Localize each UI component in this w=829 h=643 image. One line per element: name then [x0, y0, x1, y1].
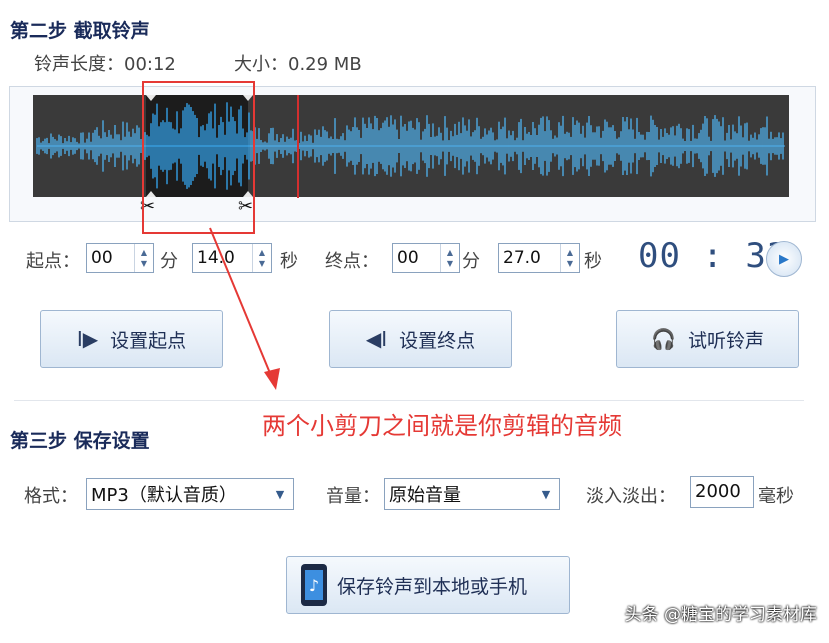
preview-button[interactable]: 🎧 试听铃声 [616, 310, 799, 368]
volume-value: 原始音量 [389, 485, 461, 506]
playhead[interactable] [297, 95, 299, 198]
chevron-down-icon: ▼ [541, 487, 551, 501]
chevron-down-icon: ▼ [275, 487, 285, 501]
annotation-highlight-box [142, 81, 255, 234]
set-end-button[interactable]: ◀I 设置终点 [329, 310, 512, 368]
end-min-stepper[interactable]: 00 ▲ ▼ [392, 243, 460, 273]
min-unit: 分 [462, 251, 480, 272]
watermark: 头条 @糖宝的学习素材库 [624, 605, 817, 625]
format-select[interactable]: MP3（默认音质） ▼ [86, 478, 294, 510]
set-end-icon: ◀I [365, 327, 388, 351]
end-sec-stepper[interactable]: 27.0 ▲ ▼ [498, 243, 580, 273]
annotation-text: 两个小剪刀之间就是你剪辑的音频 [262, 412, 622, 440]
end-min-value[interactable]: 00 [393, 244, 440, 272]
end-label: 终点： [325, 251, 379, 272]
play-icon: ▶ [779, 251, 789, 267]
fade-label: 淡入淡出： [586, 486, 676, 507]
save-ringtone-label: 保存铃声到本地或手机 [337, 575, 528, 598]
preview-label: 试听铃声 [687, 329, 764, 352]
phone-music-icon: ♪ [301, 564, 327, 606]
min-unit: 分 [160, 251, 178, 272]
ringtone-length: 铃声长度：00:12 [34, 50, 176, 76]
step3-title: 第三步 保存设置 [10, 430, 150, 452]
set-start-label: 设置起点 [110, 329, 187, 352]
fade-unit: 毫秒 [758, 486, 794, 507]
start-min-stepper[interactable]: 00 ▲ ▼ [86, 243, 154, 273]
format-value: MP3（默认音质） [91, 485, 237, 506]
length-label: 铃声长度： [34, 54, 124, 75]
annotation-arrow [209, 227, 280, 390]
set-start-button[interactable]: I▶ 设置起点 [40, 310, 223, 368]
sec-unit: 秒 [584, 251, 602, 272]
volume-select[interactable]: 原始音量 ▼ [384, 478, 560, 510]
step2-title: 第二步 截取铃声 [10, 20, 150, 42]
size-value: 0.29 MB [288, 54, 362, 75]
end-sec-value[interactable]: 27.0 [499, 244, 560, 272]
file-size: 大小：0.29 MB [234, 50, 362, 76]
format-label: 格式： [24, 486, 78, 507]
stepper-arrows[interactable]: ▲ ▼ [440, 244, 459, 272]
play-button[interactable]: ▶ [766, 241, 802, 277]
size-label: 大小： [234, 54, 288, 75]
start-label: 起点： [26, 251, 80, 272]
stepper-arrows[interactable]: ▲ ▼ [560, 244, 579, 272]
volume-label: 音量： [326, 486, 380, 507]
save-ringtone-button[interactable]: ♪ 保存铃声到本地或手机 [286, 556, 570, 614]
fade-input[interactable]: 2000 [690, 476, 754, 508]
set-end-label: 设置终点 [399, 329, 476, 352]
headphones-icon: 🎧 [651, 327, 676, 351]
divider [14, 400, 804, 401]
start-min-value[interactable]: 00 [87, 244, 134, 272]
stepper-arrows[interactable]: ▲ ▼ [134, 244, 153, 272]
length-value: 00:12 [124, 54, 176, 75]
set-start-icon: I▶ [76, 327, 99, 351]
